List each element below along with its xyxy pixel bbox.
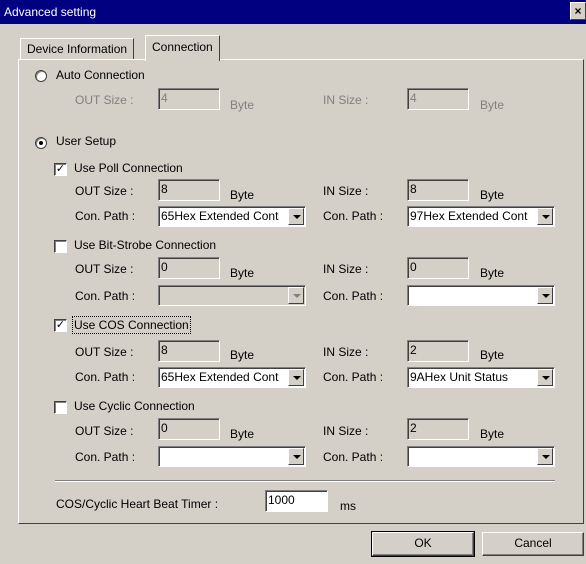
cos-out-path-label: Con. Path : [75,370,136,384]
chevron-down-icon[interactable] [288,369,304,386]
auto-in-unit: Byte [480,98,505,112]
cancel-button[interactable]: Cancel [482,532,584,556]
cos-out-path-select[interactable]: 65Hex Extended Cont [158,367,306,388]
poll-in-size-field[interactable]: 8 [407,179,469,201]
chevron-down-icon[interactable] [537,369,553,386]
cyclic-connection-checkbox[interactable] [54,401,67,414]
cos-out-size-label: OUT Size : [75,345,134,359]
cyclic-in-size-label: IN Size : [323,424,369,438]
poll-connection-checkbox[interactable]: ✓ [54,163,67,176]
bit-strobe-in-size-field[interactable]: 0 [407,257,469,279]
poll-in-path-select[interactable]: 97Hex Extended Cont [407,206,555,227]
poll-connection-label[interactable]: Use Poll Connection [74,161,183,175]
cyclic-in-unit: Byte [480,427,505,441]
bit-strobe-connection-checkbox[interactable] [54,240,67,253]
cos-in-unit: Byte [480,348,505,362]
bit-strobe-in-path-label: Con. Path : [323,289,384,303]
auto-connection-label[interactable]: Auto Connection [56,68,145,82]
poll-in-path-label: Con. Path : [323,209,384,223]
poll-out-path-value: 65Hex Extended Cont [161,209,279,223]
chevron-down-icon[interactable] [288,448,304,465]
heartbeat-timer-input[interactable]: 1000 [265,490,328,512]
poll-out-size-label: OUT Size : [75,184,134,198]
cos-in-path-label: Con. Path : [323,370,384,384]
chevron-down-icon[interactable] [537,287,553,304]
cyclic-out-size-field[interactable]: 0 [158,418,220,440]
chevron-down-icon[interactable] [537,448,553,465]
cos-in-size-label: IN Size : [323,345,369,359]
cos-in-path-select[interactable]: 9AHex Unit Status [407,367,555,388]
bit-strobe-connection-label[interactable]: Use Bit-Strobe Connection [74,238,216,252]
bit-strobe-in-path-select[interactable] [407,285,555,306]
cyclic-out-size-label: OUT Size : [75,424,134,438]
auto-connection-radio[interactable] [35,70,47,82]
poll-out-unit: Byte [230,188,255,202]
poll-in-unit: Byte [480,188,505,202]
chevron-down-icon[interactable] [288,208,304,225]
heartbeat-timer-label: COS/Cyclic Heart Beat Timer : [56,497,219,511]
cyclic-out-path-select[interactable] [158,446,306,467]
close-icon[interactable]: × [570,2,586,20]
cos-connection-label[interactable]: Use COS Connection [72,316,191,334]
tab-device-information[interactable]: Device Information [20,38,135,59]
cos-connection-checkbox[interactable]: ✓ [54,319,67,332]
bit-strobe-in-size-label: IN Size : [323,262,369,276]
chevron-down-icon [288,287,304,304]
cyclic-in-size-field[interactable]: 2 [407,418,469,440]
auto-out-size-label: OUT Size : [75,93,134,107]
cos-out-size-field[interactable]: 8 [158,340,220,362]
poll-out-path-select[interactable]: 65Hex Extended Cont [158,206,306,227]
poll-in-path-value: 97Hex Extended Cont [410,209,528,223]
bit-strobe-out-unit: Byte [230,266,255,280]
title-bar: Advanced setting × [0,0,586,24]
auto-out-size-field: 4 [158,88,220,110]
separator [55,480,555,482]
user-setup-label[interactable]: User Setup [56,134,116,148]
cos-out-path-value: 65Hex Extended Cont [161,370,279,384]
poll-out-size-field[interactable]: 8 [158,179,220,201]
chevron-down-icon[interactable] [537,208,553,225]
radio-selected-dot [39,141,43,145]
cyclic-out-path-label: Con. Path : [75,450,136,464]
cyclic-in-path-label: Con. Path : [323,450,384,464]
cos-in-path-value: 9AHex Unit Status [410,370,509,384]
cyclic-in-path-select[interactable] [407,446,555,467]
ok-button[interactable]: OK [371,531,475,557]
bit-strobe-out-path-select [158,285,306,306]
user-setup-radio[interactable] [35,137,47,149]
bit-strobe-out-size-field[interactable]: 0 [158,257,220,279]
bit-strobe-out-path-label: Con. Path : [75,289,136,303]
heartbeat-timer-unit: ms [340,499,356,513]
bit-strobe-out-size-label: OUT Size : [75,262,134,276]
cyclic-out-unit: Byte [230,427,255,441]
cos-in-size-field[interactable]: 2 [407,340,469,362]
poll-in-size-label: IN Size : [323,184,369,198]
auto-in-size-label: IN Size : [323,93,369,107]
bit-strobe-in-unit: Byte [480,266,505,280]
poll-out-path-label: Con. Path : [75,209,136,223]
cos-out-unit: Byte [230,348,255,362]
auto-in-size-field: 4 [407,88,469,110]
auto-out-unit: Byte [230,98,255,112]
cyclic-connection-label[interactable]: Use Cyclic Connection [74,399,195,413]
window-title: Advanced setting [4,5,97,19]
tab-connection[interactable]: Connection [145,35,220,61]
